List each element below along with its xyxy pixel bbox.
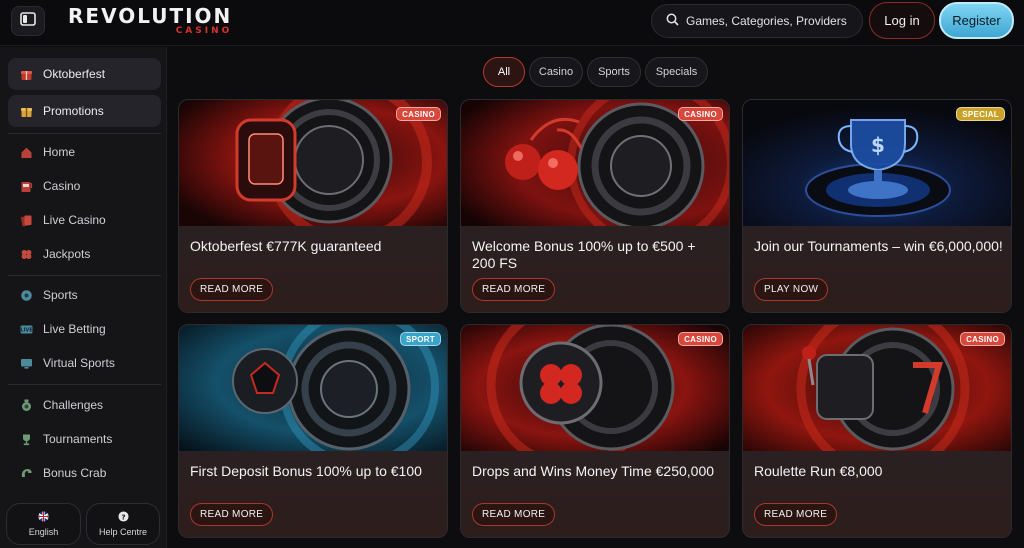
- promo-read-more-button[interactable]: READ MORE: [472, 503, 556, 526]
- sidebar-item-home[interactable]: Home: [8, 138, 161, 166]
- sidebar-item-label: Home: [43, 145, 76, 159]
- promo-read-more-button[interactable]: READ MORE: [190, 278, 274, 301]
- filter-sports[interactable]: Sports: [587, 57, 641, 87]
- sidebar-item-bonus-crab[interactable]: Bonus Crab: [8, 459, 161, 487]
- promo-card[interactable]: $ SPECIAL Join our Tournaments – win €6,…: [742, 99, 1012, 313]
- promo-card[interactable]: CASINO Drops and Wins Money Time €250,00…: [460, 324, 730, 538]
- sidebar-item-sports[interactable]: Sports: [8, 281, 161, 309]
- sidebar-item-virtual-sports[interactable]: Virtual Sports: [8, 349, 161, 377]
- sidebar-divider: [8, 384, 161, 385]
- sidebar-item-label: Jackpots: [43, 247, 91, 261]
- crab-claw-icon: [20, 467, 33, 480]
- help-label: Help Centre: [98, 527, 148, 537]
- promo-read-more-button[interactable]: READ MORE: [472, 278, 556, 301]
- live-icon: LIVE: [20, 323, 33, 336]
- promo-title: Roulette Run €8,000: [754, 463, 883, 479]
- uk-flag-icon: [38, 511, 49, 524]
- filter-casino[interactable]: Casino: [529, 57, 583, 87]
- promo-badge: CASINO: [678, 332, 723, 346]
- help-centre-button[interactable]: ? Help Centre: [86, 503, 160, 545]
- cards-icon: [20, 214, 33, 227]
- category-filters: All Casino Sports Specials: [0, 57, 1024, 87]
- sidebar-toggle-button[interactable]: [11, 6, 45, 36]
- medal-icon: [20, 399, 33, 412]
- logo-main-text: REVOLUTION: [68, 4, 233, 28]
- sidebar-item-label: Sports: [43, 288, 78, 302]
- language-label: English: [28, 527, 59, 537]
- svg-text:?: ?: [121, 512, 125, 521]
- sidebar-item-jackpots[interactable]: Jackpots: [8, 240, 161, 268]
- login-button[interactable]: Log in: [869, 2, 935, 39]
- search-icon: [666, 13, 679, 29]
- sidebar-item-label: Challenges: [43, 398, 104, 412]
- promo-card[interactable]: CASINO Welcome Bonus 100% up to €500 + 2…: [460, 99, 730, 313]
- search-placeholder: Games, Categories, Providers: [686, 14, 847, 28]
- promo-badge: SPORT: [399, 332, 441, 346]
- sidebar-item-label: Promotions: [43, 104, 104, 118]
- sidebar-item-tournaments[interactable]: Tournaments: [8, 425, 161, 453]
- clover-icon: [20, 248, 33, 261]
- sidebar-item-challenges[interactable]: Challenges: [8, 391, 161, 419]
- promo-read-more-button[interactable]: READ MORE: [190, 503, 274, 526]
- filter-specials[interactable]: Specials: [645, 57, 708, 87]
- promo-badge: CASINO: [396, 107, 441, 121]
- logo-sub-text: CASINO: [175, 26, 233, 36]
- promo-card[interactable]: CASINO Oktoberfest €777K guaranteed READ…: [178, 99, 448, 313]
- promo-title: Drops and Wins Money Time €250,000: [472, 463, 715, 479]
- sidebar-toggle-icon: [20, 11, 36, 31]
- promo-read-more-button[interactable]: READ MORE: [754, 503, 838, 526]
- sidebar-item-label: Virtual Sports: [43, 356, 115, 370]
- sidebar-divider: [8, 133, 161, 134]
- language-button[interactable]: English: [6, 503, 81, 545]
- sidebar-item-live-betting[interactable]: LIVE Live Betting: [8, 315, 161, 343]
- promo-title: Oktoberfest €777K guaranteed: [190, 238, 382, 254]
- search-input[interactable]: Games, Categories, Providers: [651, 4, 863, 38]
- sidebar-divider: [8, 275, 161, 276]
- svg-text:$: $: [871, 133, 885, 157]
- gift-icon: [20, 105, 33, 118]
- ball-icon: [20, 289, 33, 302]
- filter-all[interactable]: All: [483, 57, 525, 87]
- sidebar-item-label: Casino: [43, 179, 81, 193]
- slot-machine-icon: [20, 180, 33, 193]
- promo-card[interactable]: SPORT First Deposit Bonus 100% up to €10…: [178, 324, 448, 538]
- promo-title: Welcome Bonus 100% up to €500 + 200 FS: [472, 238, 696, 271]
- register-button[interactable]: Register: [939, 2, 1014, 39]
- sidebar-item-promotions[interactable]: Promotions: [8, 95, 161, 127]
- sidebar-item-label: Live Betting: [43, 322, 106, 336]
- promo-card[interactable]: CASINO Roulette Run €8,000 READ MORE: [742, 324, 1012, 538]
- promo-play-now-button[interactable]: PLAY NOW: [754, 278, 829, 301]
- monitor-icon: [20, 357, 33, 370]
- trophy-icon: [20, 433, 33, 446]
- home-icon: [20, 146, 33, 159]
- logo[interactable]: REVOLUTION CASINO: [68, 4, 233, 36]
- sidebar-item-label: Tournaments: [43, 432, 113, 446]
- promo-badge: CASINO: [960, 332, 1005, 346]
- promo-title: First Deposit Bonus 100% up to €100: [190, 463, 422, 479]
- sidebar-item-label: Live Casino: [43, 213, 106, 227]
- sidebar: Oktoberfest Promotions Home Casino Live …: [0, 47, 167, 548]
- promo-title: Join our Tournaments – win €6,000,000!: [754, 238, 1003, 254]
- sidebar-item-live-casino[interactable]: Live Casino: [8, 206, 161, 234]
- sidebar-item-casino[interactable]: Casino: [8, 172, 161, 200]
- top-bar: REVOLUTION CASINO Games, Categories, Pro…: [0, 0, 1024, 46]
- sidebar-item-label: Bonus Crab: [43, 466, 107, 480]
- svg-text:LIVE: LIVE: [20, 327, 33, 333]
- promo-badge: SPECIAL: [956, 107, 1005, 121]
- help-icon: ?: [117, 511, 129, 524]
- promo-badge: CASINO: [678, 107, 723, 121]
